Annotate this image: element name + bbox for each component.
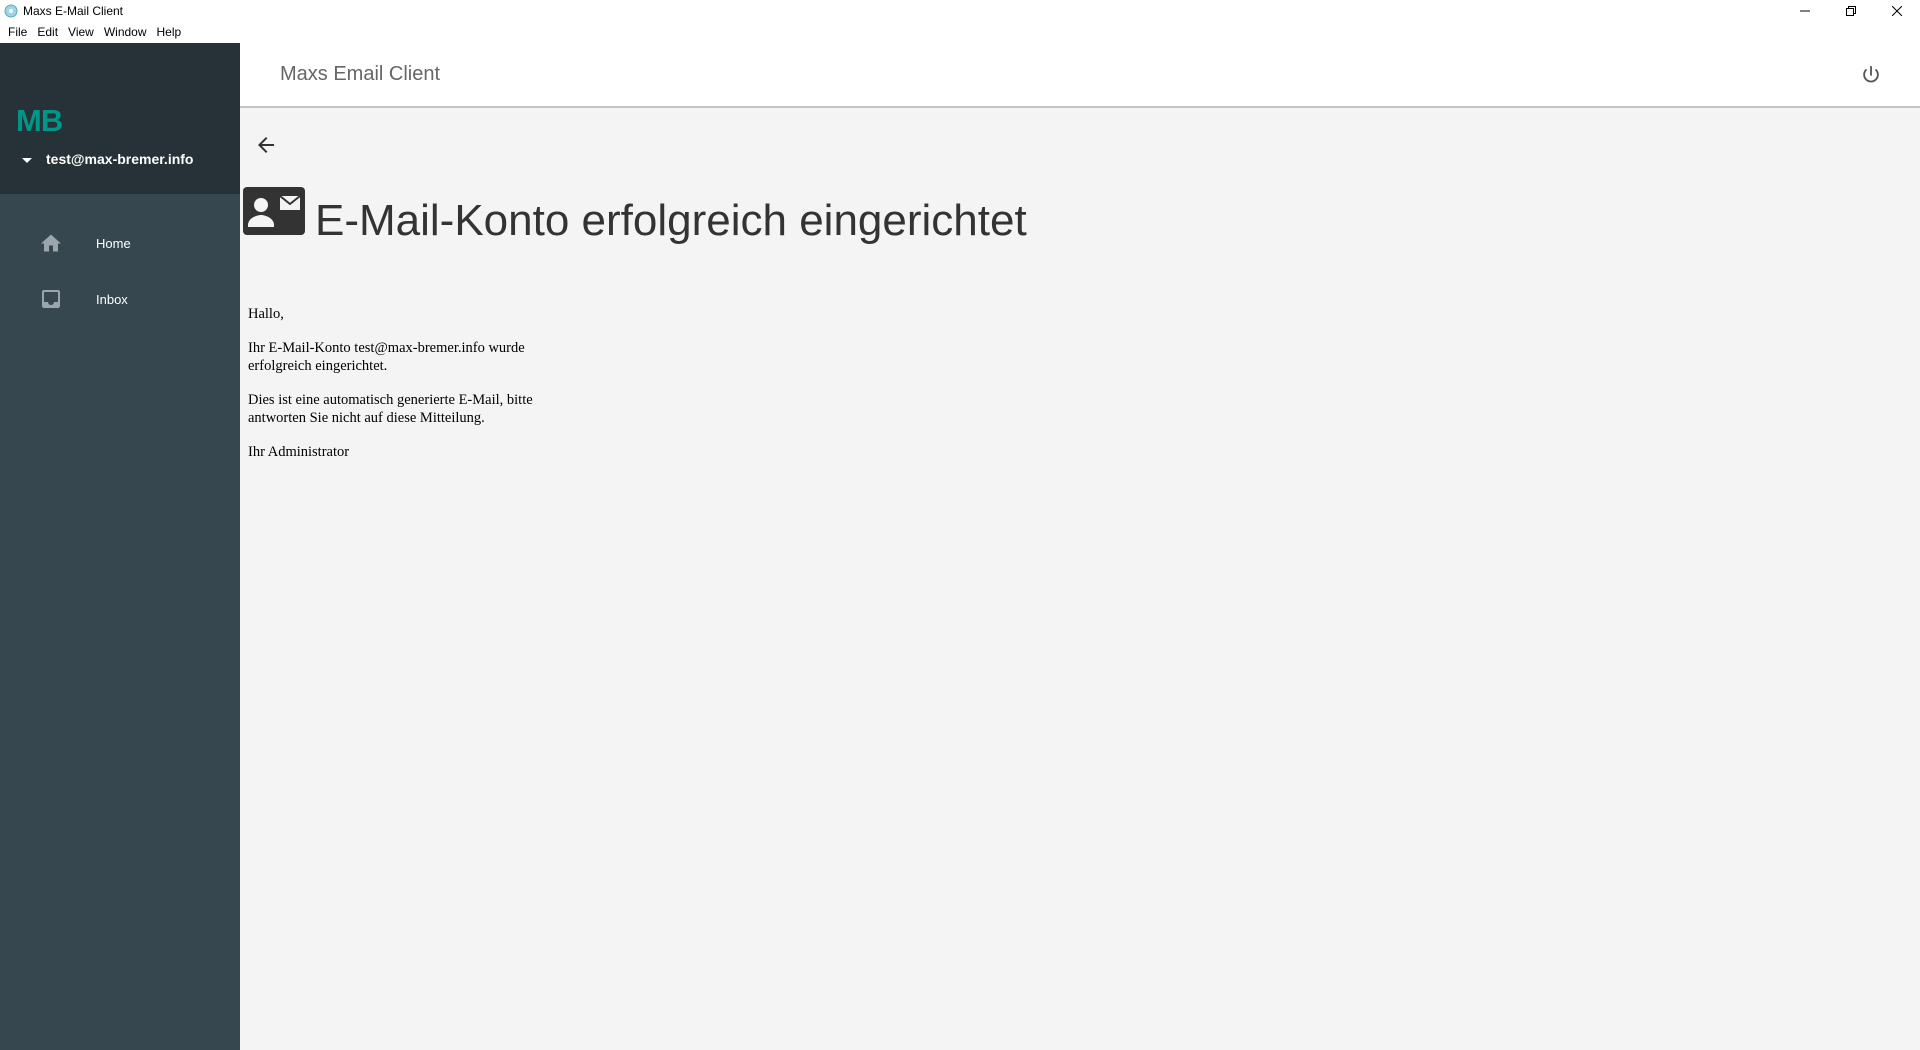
brand-logo: MB (16, 103, 63, 138)
arrow-left-icon (258, 137, 274, 153)
sidebar-nav: Home Inbox (0, 194, 240, 327)
sidebar: MB test@max-bremer.info Home Inbox (0, 43, 240, 1050)
sidebar-header: MB test@max-bremer.info (0, 43, 240, 194)
app-title: Maxs Email Client (280, 63, 441, 85)
message-greeting: Hallo, (248, 306, 284, 322)
sidebar-item-label: Inbox (96, 291, 128, 307)
power-icon (1863, 65, 1879, 83)
app-icon (3, 3, 18, 18)
menu-view[interactable]: View (63, 23, 99, 41)
restore-icon (1846, 5, 1856, 16)
close-icon (1892, 5, 1902, 16)
message-subject: E-Mail-Konto erfolgreich eingerichtet (315, 196, 1027, 245)
top-app-bar: Maxs Email Client (240, 43, 1920, 108)
minimize-icon (1800, 10, 1810, 11)
logout-button[interactable] (1858, 62, 1884, 88)
sidebar-item-home[interactable]: Home (0, 215, 240, 271)
message-paragraph: Ihr E-Mail-Konto test@max-bremer.info wu… (248, 340, 525, 374)
menu-edit[interactable]: Edit (32, 23, 63, 41)
message-paragraph: Dies ist eine automatisch generierte E-M… (248, 392, 533, 426)
close-button[interactable] (1874, 0, 1920, 21)
message-signature: Ihr Administrator (248, 444, 350, 460)
account-email: test@max-bremer.info (46, 151, 194, 167)
inbox-icon (39, 287, 63, 311)
window-title: Maxs E-Mail Client (23, 3, 124, 18)
minimize-button[interactable] (1782, 0, 1828, 21)
main-content: Maxs Email Client E-Mail-Konto erfolgrei… (240, 43, 1920, 1050)
contact-mail-icon (243, 187, 305, 235)
message-body: Hallo, Ihr E-Mail-Konto test@max-bremer.… (248, 305, 548, 477)
window-titlebar: Maxs E-Mail Client (0, 0, 1920, 21)
back-button[interactable] (250, 129, 282, 161)
message-header: E-Mail-Konto erfolgreich eingerichtet (243, 187, 1027, 246)
sidebar-item-label: Home (96, 235, 131, 251)
restore-button[interactable] (1828, 0, 1874, 21)
account-switcher[interactable]: test@max-bremer.info (22, 151, 193, 167)
menu-help[interactable]: Help (152, 23, 187, 41)
window-controls (1782, 0, 1920, 21)
menu-window[interactable]: Window (99, 23, 152, 41)
caret-down-icon (22, 157, 32, 163)
menu-bar: File Edit View Window Help (0, 21, 1920, 43)
menu-file[interactable]: File (3, 23, 32, 41)
home-icon (39, 231, 63, 255)
sidebar-item-inbox[interactable]: Inbox (0, 271, 240, 327)
